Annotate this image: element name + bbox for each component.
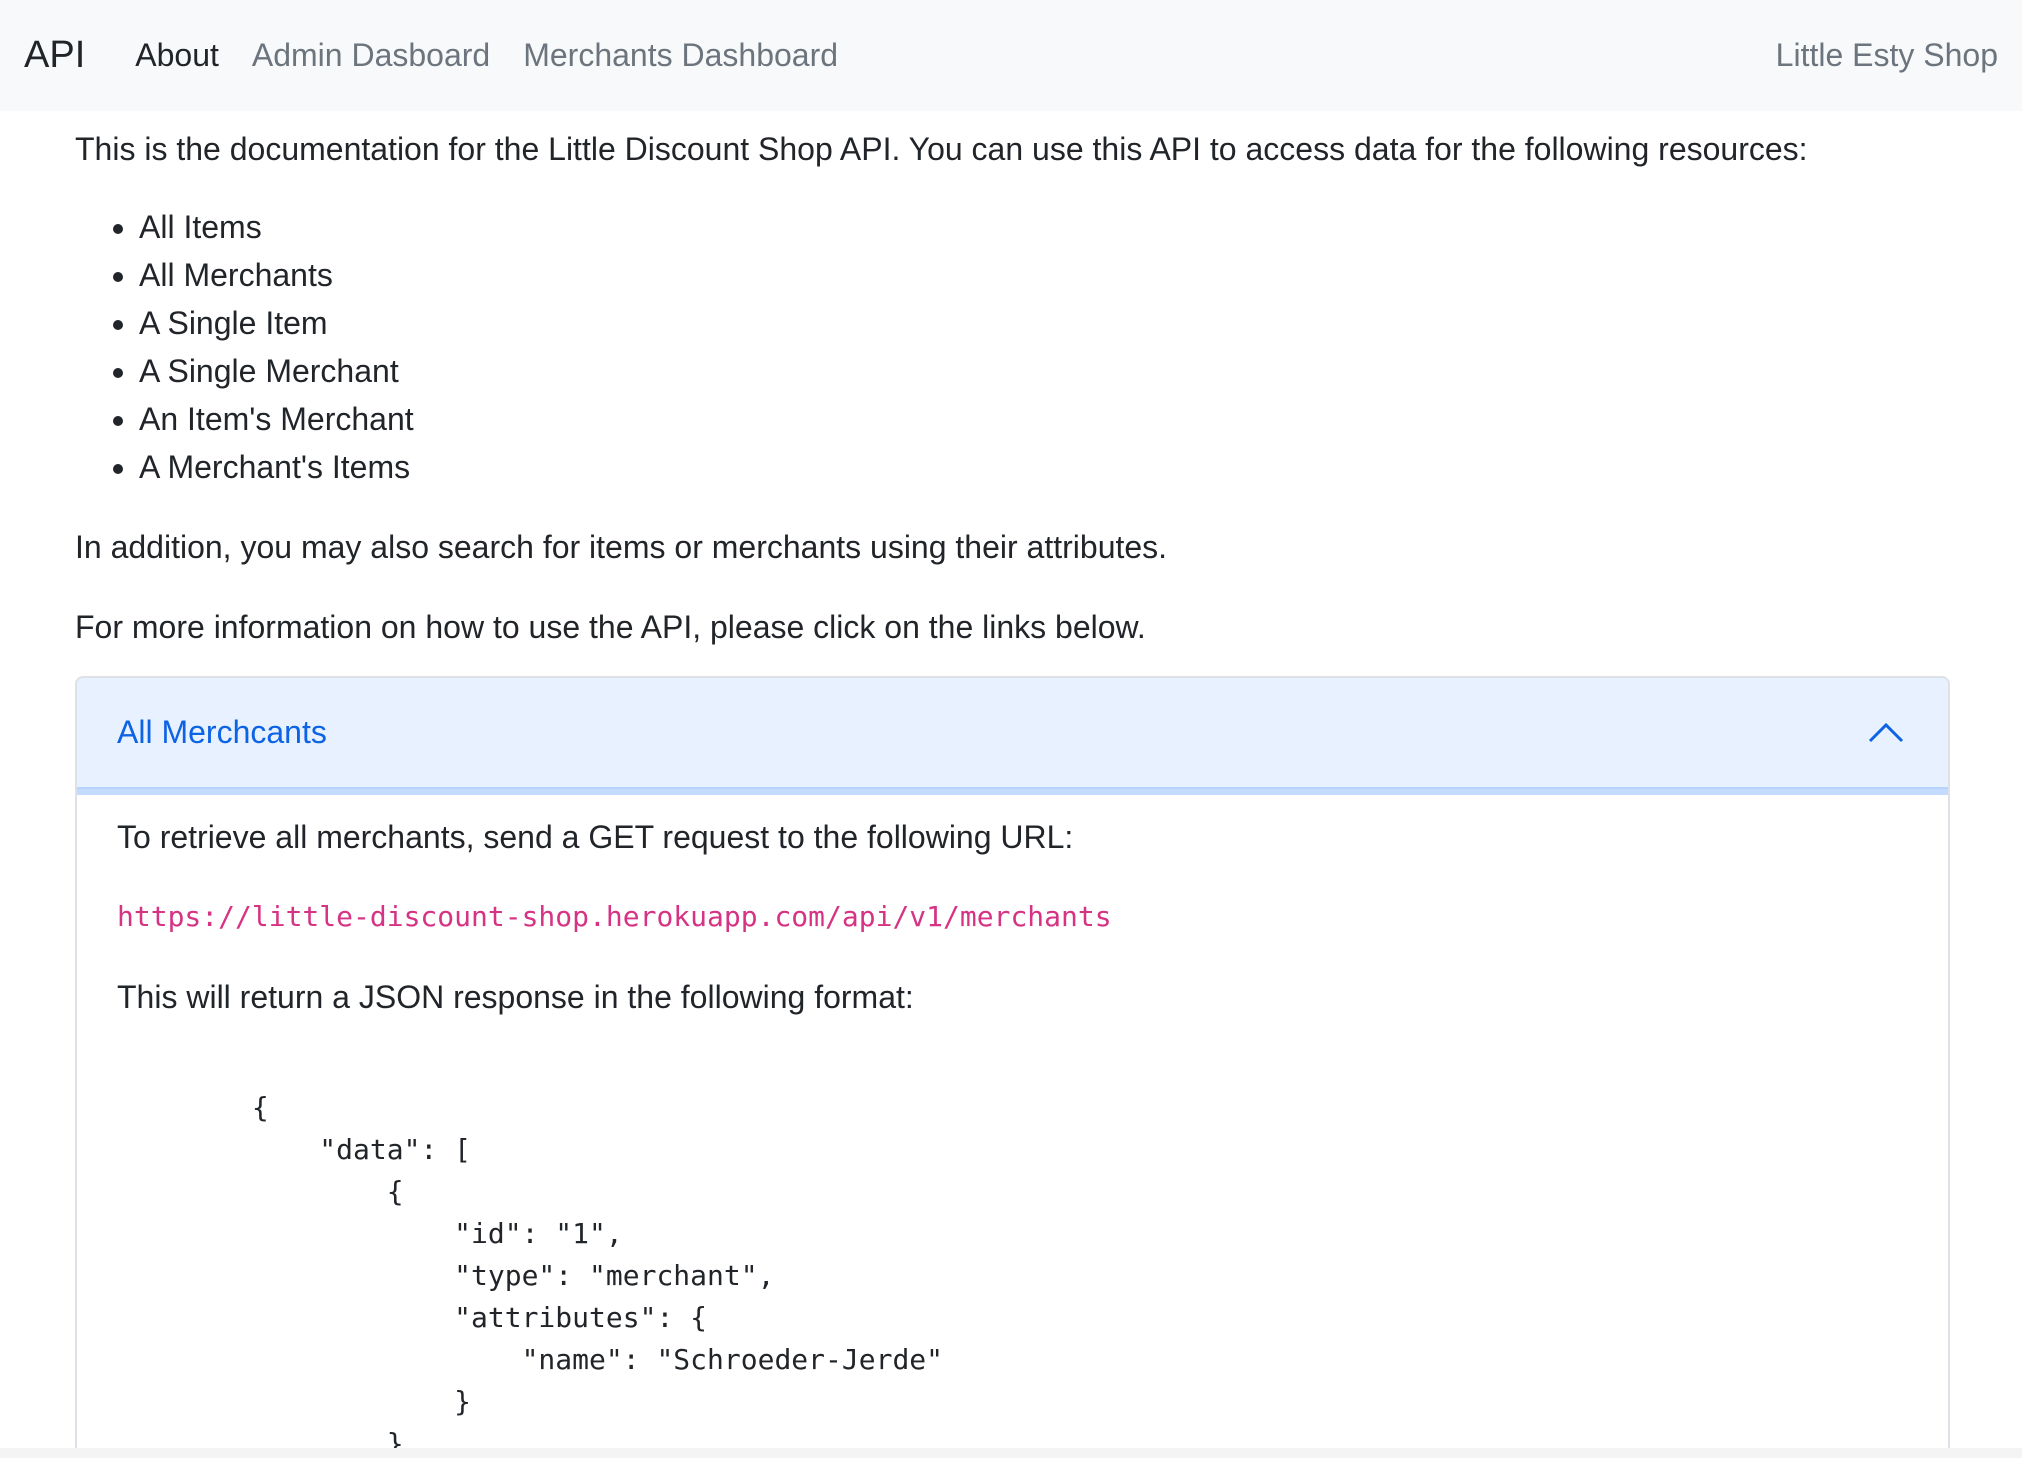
accordion-header-all-merchants[interactable]: All Merchcants (77, 678, 1948, 789)
nav-link-little-esty-shop[interactable]: Little Esty Shop (1776, 0, 1998, 111)
json-example-code: { "data": [ { "id": "1", "type": "mercha… (251, 1091, 944, 1448)
accordion-body: To retrieve all merchants, send a GET re… (77, 789, 1948, 1448)
nav-link-admin-dashboard[interactable]: Admin Dasboard (252, 37, 490, 74)
accordion-body-text: To retrieve all merchants, send a GET re… (117, 819, 1074, 855)
resource-list: All Items All Merchants A Single Item A … (75, 203, 1950, 491)
accordion-header-label: All Merchcants (117, 714, 327, 750)
navbar-brand[interactable]: API (24, 34, 85, 77)
main-content: This is the documentation for the Little… (75, 111, 1950, 1448)
list-item: A Merchant's Items (139, 443, 1950, 491)
nav-link-about[interactable]: About (135, 37, 219, 74)
navbar: API About Admin Dasboard Merchants Dashb… (0, 0, 2022, 111)
list-item: An Item's Merchant (139, 395, 1950, 443)
response-format-text: This will return a JSON response in the … (117, 979, 914, 1015)
list-item: A Single Merchant (139, 347, 1950, 395)
endpoint-url: https://little-discount-shop.herokuapp.c… (117, 900, 1112, 933)
list-item: All Merchants (139, 251, 1950, 299)
bottom-edge (0, 1448, 2022, 1458)
search-note: In addition, you may also search for ite… (75, 529, 1168, 565)
intro-text: This is the documentation for the Little… (75, 131, 1808, 167)
more-info-text: For more information on how to use the A… (75, 609, 1146, 645)
accordion: All Merchcants To retrieve all merchants… (75, 676, 1950, 1448)
list-item: A Single Item (139, 299, 1950, 347)
nav-link-merchants-dashboard[interactable]: Merchants Dashboard (523, 37, 838, 74)
chevron-up-icon (1868, 722, 1904, 743)
list-item: All Items (139, 203, 1950, 251)
